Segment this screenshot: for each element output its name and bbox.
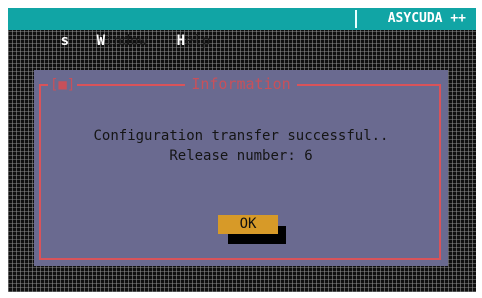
dialog-title-text: Information [185,75,297,93]
terminal-screen: s Window Help ASYCUDA ++ [■] Information… [8,8,476,292]
menu-hotkey: W [96,33,106,49]
menu-item-help[interactable]: Help [126,8,211,74]
menu-bar: s Window Help ASYCUDA ++ [8,8,476,49]
menu-hotkey: H [176,33,186,49]
message-line-2: Release number: 6 [169,148,313,164]
information-dialog: [■] Information Configuration transfer s… [34,70,448,266]
ok-button[interactable]: OK [218,215,278,234]
message-line-1: Configuration transfer successful.. [93,128,389,144]
app-brand: ASYCUDA ++ [387,11,466,26]
menu-separator [355,10,357,28]
dialog-title: Information [34,74,448,94]
